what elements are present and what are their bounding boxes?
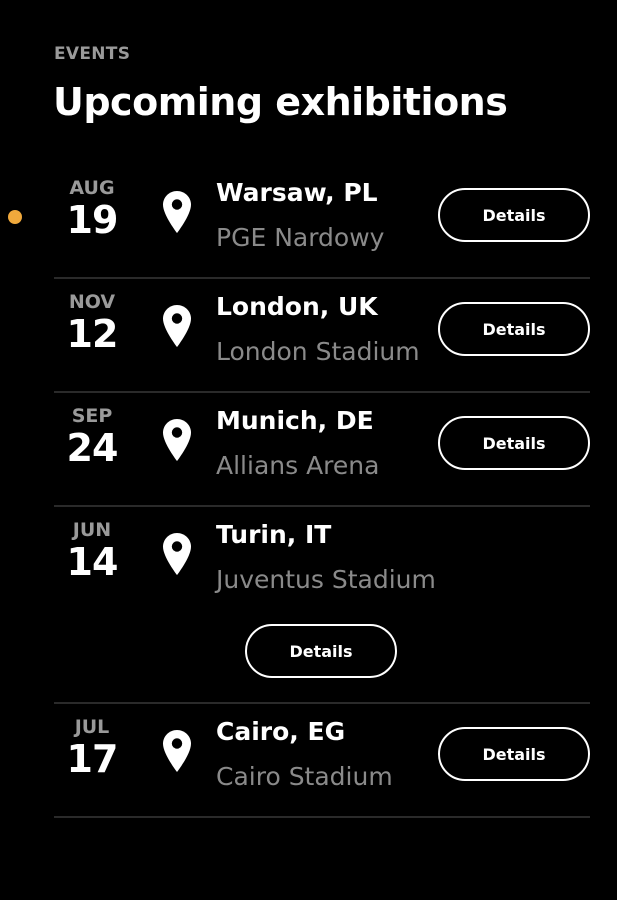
event-row: JUL 17 Cairo, EG Cairo Stadium Details (54, 704, 590, 818)
event-day: 24 (66, 426, 119, 470)
event-date: JUL 17 (54, 716, 130, 780)
location-pin-icon (162, 729, 192, 773)
event-city: Warsaw, PL (216, 178, 378, 207)
event-month: AUG (69, 177, 115, 199)
event-venue: Allians Arena (216, 451, 380, 480)
event-place: Warsaw, PL PGE Nardowy (216, 177, 384, 254)
page-title: Upcoming exhibitions (53, 80, 508, 124)
event-venue: London Stadium (216, 337, 420, 366)
event-month: JUN (72, 519, 112, 541)
event-row: SEP 24 Munich, DE Allians Arena Details (54, 393, 590, 507)
event-day: 12 (66, 312, 119, 356)
location-pin-icon (162, 190, 192, 234)
event-city: Turin, IT (216, 520, 332, 549)
section-eyebrow: EVENTS (54, 44, 131, 64)
event-city: Cairo, EG (216, 717, 346, 746)
location-pin-icon (162, 532, 192, 576)
event-month: NOV (68, 291, 116, 313)
event-venue: Juventus Stadium (216, 565, 436, 594)
location-pin-icon (162, 418, 192, 462)
details-button[interactable]: Details (438, 416, 590, 470)
event-row: NOV 12 London, UK London Stadium Details (54, 279, 590, 393)
event-day: 19 (66, 198, 119, 242)
event-month: SEP (71, 405, 113, 427)
event-date: JUN 14 (54, 519, 130, 583)
events-list: AUG 19 Warsaw, PL PGE Nardowy Details NO… (54, 165, 590, 818)
event-date: AUG 19 (54, 177, 130, 241)
event-venue: PGE Nardowy (216, 223, 385, 252)
event-city: Munich, DE (216, 406, 374, 435)
event-place: Turin, IT Juventus Stadium (216, 519, 436, 596)
event-day: 17 (66, 737, 119, 781)
event-row: AUG 19 Warsaw, PL PGE Nardowy Details (54, 165, 590, 279)
event-date: SEP 24 (54, 405, 130, 469)
event-place: Munich, DE Allians Arena (216, 405, 379, 482)
active-indicator-dot (8, 210, 22, 224)
event-venue: Cairo Stadium (216, 762, 393, 791)
event-month: JUL (74, 716, 110, 738)
event-place: London, UK London Stadium (216, 291, 420, 368)
details-button[interactable]: Details (438, 727, 590, 781)
event-date: NOV 12 (54, 291, 130, 355)
event-city: London, UK (216, 292, 378, 321)
event-row: JUN 14 Turin, IT Juventus Stadium Detail… (54, 507, 590, 704)
details-button[interactable]: Details (438, 302, 590, 356)
location-pin-icon (162, 304, 192, 348)
event-day: 14 (66, 540, 119, 584)
event-place: Cairo, EG Cairo Stadium (216, 716, 393, 793)
details-button[interactable]: Details (245, 624, 397, 678)
details-button[interactable]: Details (438, 188, 590, 242)
